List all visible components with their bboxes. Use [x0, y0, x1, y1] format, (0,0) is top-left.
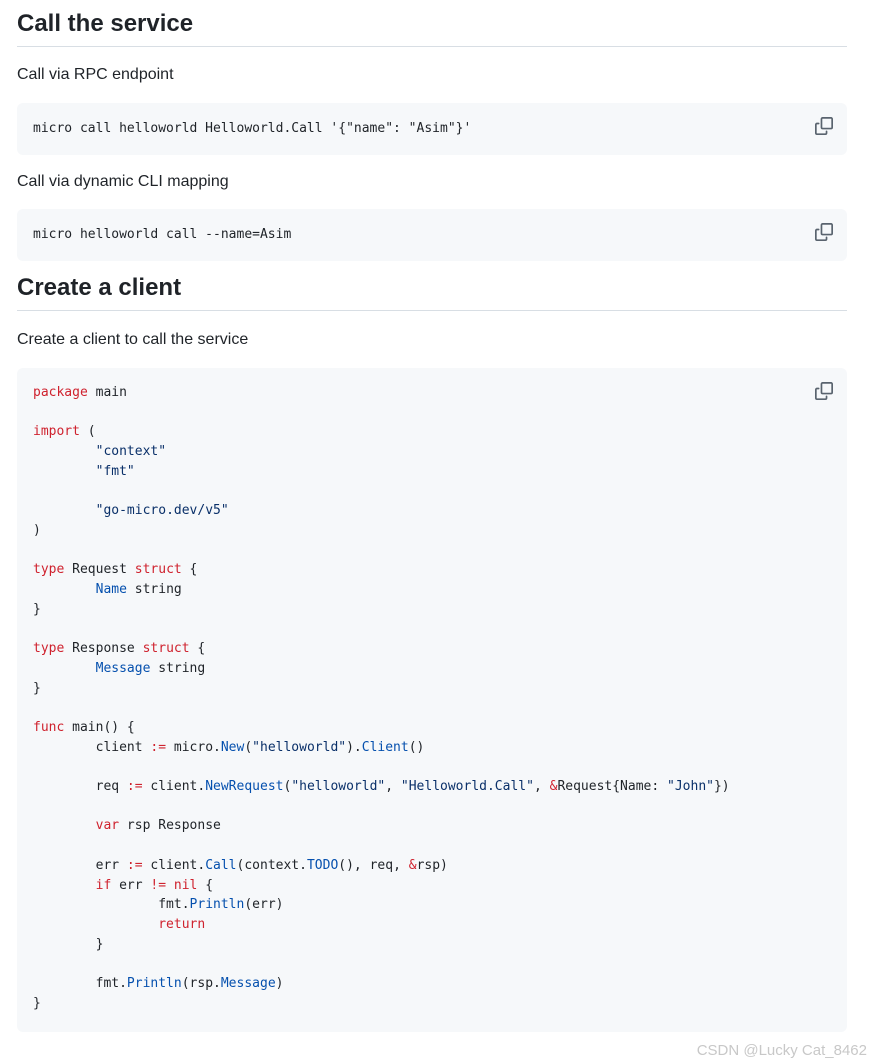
code-token: "helloworld"	[291, 779, 386, 795]
code-token: "John"	[667, 779, 714, 795]
code-token: client	[33, 739, 151, 755]
markdown-content: Call the service Call via RPC endpoint m…	[17, 0, 847, 1032]
paragraph-cli-mapping: Call via dynamic CLI mapping	[17, 173, 229, 190]
code-token: Request	[64, 562, 135, 578]
copy-icon	[815, 117, 833, 135]
code-rpc-call[interactable]: micro call helloworld Helloworld.Call '{…	[33, 119, 471, 139]
code-token: fmt.	[33, 976, 127, 992]
code-token: "context"	[95, 444, 167, 460]
code-token: {	[181, 562, 198, 578]
code-token: (rsp.	[181, 976, 221, 992]
paragraph-rpc-endpoint: Call via RPC endpoint	[17, 66, 174, 83]
watermark: CSDN @Lucky Cat_8462	[696, 1042, 867, 1059]
code-token: }	[33, 995, 41, 1011]
code-token: struct	[134, 562, 182, 578]
code-token: import	[33, 424, 80, 440]
code-token: micro.	[166, 739, 221, 755]
copy-button[interactable]	[815, 382, 833, 400]
copy-button[interactable]	[815, 223, 833, 241]
code-token: package	[33, 385, 88, 400]
code-token: }	[33, 601, 41, 617]
copy-icon	[815, 223, 833, 241]
code-token: func	[33, 719, 65, 735]
copy-button[interactable]	[815, 117, 833, 135]
section-heading-create-client: Create a client	[17, 261, 847, 311]
code-block-cli-call: micro helloworld call --name=Asim	[17, 209, 847, 261]
code-token: "helloworld"	[252, 739, 347, 755]
code-token: Println	[126, 976, 182, 992]
code-token: ,	[385, 779, 401, 795]
code-token: }	[33, 680, 41, 696]
code-token: type	[33, 562, 65, 578]
code-token: if	[95, 877, 112, 893]
code-token: Message	[95, 660, 151, 676]
code-token: }	[33, 936, 104, 952]
code-token: main() {	[64, 719, 135, 735]
code-token: nil	[173, 877, 198, 893]
code-token: "go-micro.dev/v5"	[95, 503, 229, 519]
code-token: req	[33, 779, 127, 795]
code-token: string	[126, 582, 182, 598]
code-token: ,	[533, 779, 550, 795]
code-token: return	[158, 916, 206, 932]
code-token: err	[33, 857, 127, 873]
code-token: Request{Name:	[557, 779, 668, 795]
code-token: string	[150, 660, 206, 676]
code-token: )	[33, 522, 41, 538]
code-token: "fmt"	[95, 463, 135, 479]
code-cli-call[interactable]: micro helloworld call --name=Asim	[33, 225, 291, 245]
code-token: Client	[361, 739, 409, 755]
code-token: client.	[142, 857, 206, 873]
code-token: Response	[64, 641, 143, 657]
code-token: TODO	[306, 857, 339, 873]
code-token: Call	[205, 857, 237, 873]
code-token: struct	[142, 641, 190, 657]
code-token: main	[87, 385, 127, 400]
code-token: NewRequest	[205, 779, 284, 795]
code-token: :=	[150, 739, 167, 755]
code-token: (context.	[236, 857, 307, 873]
code-token: {	[189, 641, 206, 657]
code-token: New	[220, 739, 245, 755]
code-token: rsp Response	[119, 818, 221, 834]
code-token: rsp)	[416, 857, 448, 873]
code-block-go-client: package main import ( "context" "fmt" "g…	[17, 368, 847, 1032]
code-token: ()	[408, 739, 425, 755]
code-token: (	[79, 424, 96, 440]
code-token: !=	[150, 877, 167, 893]
code-go-client[interactable]: package main import ( "context" "fmt" "g…	[33, 383, 730, 1014]
code-token: (err)	[244, 897, 284, 913]
code-token: Name	[95, 582, 127, 598]
code-token: )	[275, 976, 284, 992]
copy-icon	[815, 382, 833, 400]
code-token: (	[244, 739, 253, 755]
code-token: var	[95, 818, 120, 834]
code-token: Println	[189, 897, 245, 913]
code-token: err	[111, 877, 151, 893]
code-token: type	[33, 641, 65, 657]
code-token: &	[408, 857, 417, 873]
code-block-rpc-call: micro call helloworld Helloworld.Call '{…	[17, 103, 847, 155]
code-token: Message	[220, 976, 276, 992]
code-token: {	[197, 877, 214, 893]
code-token: client.	[142, 779, 206, 795]
code-token: :=	[126, 779, 143, 795]
code-token: :=	[126, 857, 143, 873]
code-token: (), req,	[338, 857, 409, 873]
section-heading-call-service: Call the service	[17, 0, 847, 47]
paragraph-create-client: Create a client to call the service	[17, 331, 249, 348]
code-token: ).	[346, 739, 362, 755]
code-token: })	[713, 779, 730, 795]
code-token: "Helloworld.Call"	[400, 779, 534, 795]
code-token: fmt.	[33, 897, 190, 913]
